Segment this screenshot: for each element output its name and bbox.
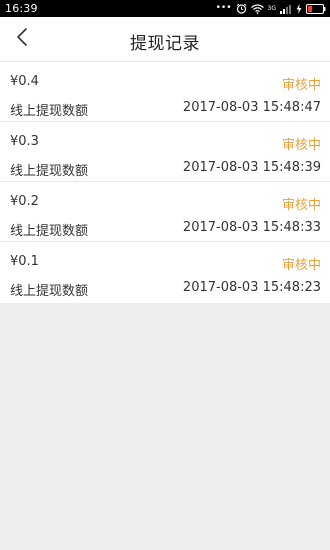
charging-icon — [296, 3, 302, 14]
record-row[interactable]: ¥0.2 审核中 线上提现数额 2017-08-03 15:48:33 — [0, 182, 330, 242]
record-status: 审核中 — [281, 78, 321, 93]
signal-icon — [280, 4, 292, 14]
record-datetime: 2017-08-03 15:48:33 — [182, 220, 321, 235]
page-title: 提现记录 — [130, 34, 200, 54]
record-amount: ¥0.1 — [10, 254, 39, 269]
withdrawal-record-list: ¥0.4 审核中 线上提现数额 2017-08-03 15:48:47 ¥0.3… — [0, 62, 330, 303]
alarm-icon — [236, 3, 247, 14]
status-bar: 16:39 ••• 3G — [0, 0, 330, 17]
record-type: 线上提现数额 — [10, 104, 89, 119]
status-time: 16:39 — [5, 2, 38, 15]
notification-dots-icon: ••• — [215, 3, 232, 13]
status-icons: ••• 3G — [216, 3, 326, 14]
record-type: 线上提现数额 — [10, 164, 89, 179]
app-header: 提现记录 — [0, 17, 330, 62]
record-datetime: 2017-08-03 15:48:47 — [182, 100, 321, 115]
record-type: 线上提现数额 — [10, 224, 89, 239]
record-row[interactable]: ¥0.1 审核中 线上提现数额 2017-08-03 15:48:23 — [0, 242, 330, 303]
record-amount: ¥0.3 — [10, 134, 39, 149]
record-status: 审核中 — [281, 258, 321, 273]
record-datetime: 2017-08-03 15:48:23 — [182, 280, 321, 295]
record-status: 审核中 — [281, 198, 321, 213]
network-type-label: 3G — [267, 5, 276, 12]
record-amount: ¥0.4 — [10, 74, 39, 89]
wifi-icon — [250, 3, 264, 14]
record-type: 线上提现数额 — [10, 284, 89, 299]
record-row[interactable]: ¥0.3 审核中 线上提现数额 2017-08-03 15:48:39 — [0, 122, 330, 182]
record-amount: ¥0.2 — [10, 194, 39, 209]
battery-icon — [306, 3, 326, 14]
record-datetime: 2017-08-03 15:48:39 — [182, 160, 321, 175]
record-status: 审核中 — [281, 138, 321, 153]
record-row[interactable]: ¥0.4 审核中 线上提现数额 2017-08-03 15:48:47 — [0, 62, 330, 122]
